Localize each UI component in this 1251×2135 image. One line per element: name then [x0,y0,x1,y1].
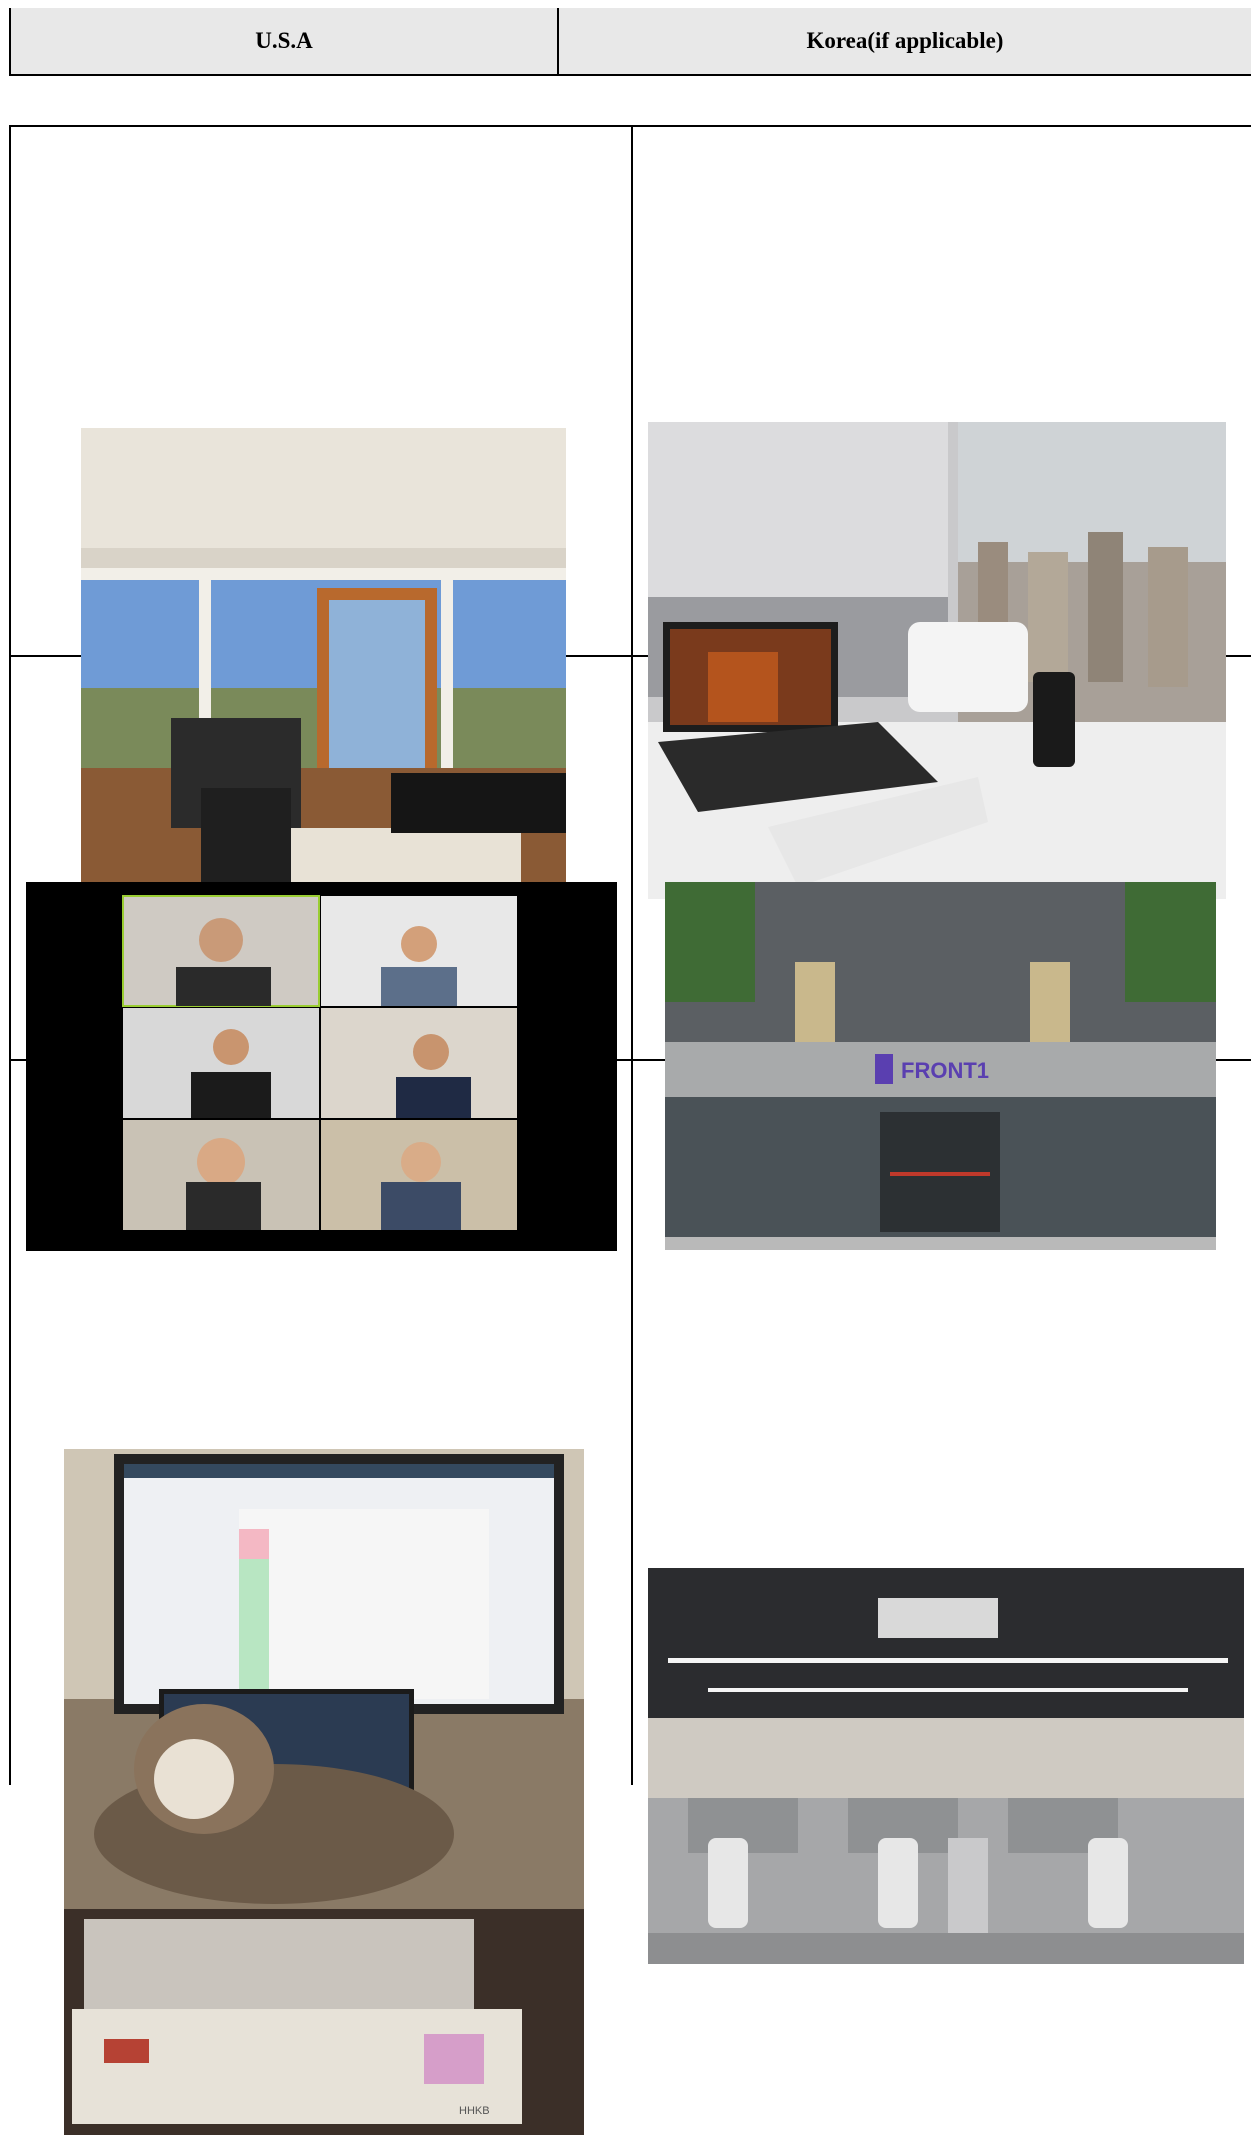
cell-korea-desk [631,125,1251,899]
cell-usa-home-office [9,125,633,901]
photo-korea-office-floor [648,1568,1244,1964]
header-table: U.S.A Korea(if applicable) [9,8,1251,76]
cell-usa-video-call [9,655,633,1251]
cell-usa-cat-desk: HHKB [9,1059,633,2135]
photo-table: FRONT1 HHKB [9,125,1251,2135]
cell-korea-office-floor [631,1059,1251,1964]
header-usa: U.S.A [9,8,559,76]
hhkb-label: HHKB [459,2105,490,2117]
photo-usa-cat-desk: HHKB [64,1449,584,2135]
header-korea: Korea(if applicable) [557,8,1251,76]
cell-korea-building: FRONT1 [631,655,1251,1250]
